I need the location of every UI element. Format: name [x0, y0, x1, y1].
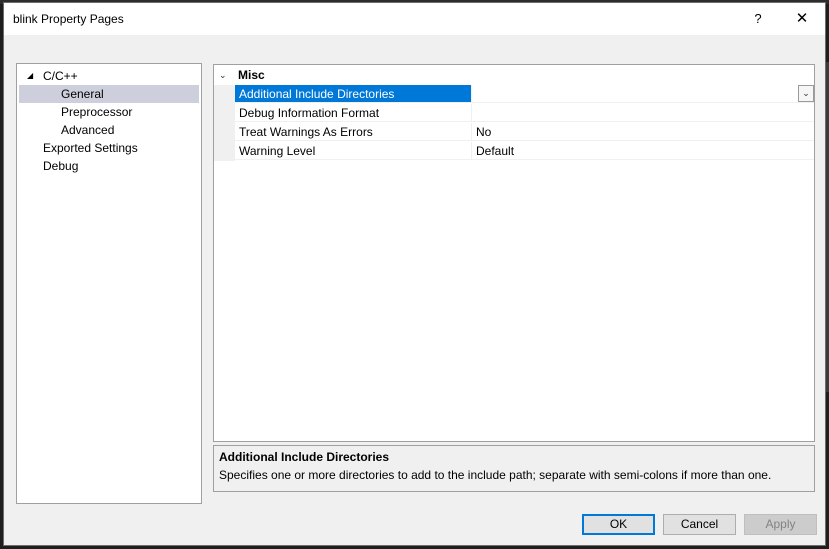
tree-item-label: Debug [43, 159, 79, 173]
tree-item-exported-settings[interactable]: Exported Settings [19, 139, 199, 157]
tree-item-label: General [61, 87, 104, 101]
property-name[interactable]: Warning Level [235, 142, 471, 160]
tree-item-label: Advanced [61, 123, 115, 137]
property-name[interactable]: Treat Warnings As Errors [235, 123, 471, 141]
tree-item-label: Preprocessor [61, 105, 133, 119]
tree-item-advanced[interactable]: Advanced [19, 121, 199, 139]
property-row-additional-include-directories[interactable]: Additional Include Directories ⌄ [214, 85, 814, 104]
row-margin [214, 85, 235, 104]
category-label: Misc [238, 68, 265, 82]
ok-button[interactable]: OK [582, 514, 655, 535]
configuration-tree[interactable]: ◢ C/C++ General Preprocessor Advanced Ex… [16, 63, 202, 504]
description-panel: Additional Include Directories Specifies… [213, 445, 815, 492]
dropdown-arrow-icon[interactable]: ⌄ [798, 85, 814, 102]
apply-button[interactable]: Apply [744, 514, 817, 535]
property-value[interactable]: Default [471, 142, 814, 160]
property-row-warning-level[interactable]: Warning Level Default [214, 142, 814, 161]
tree-item-cpp[interactable]: ◢ C/C++ [19, 67, 199, 85]
collapse-chevron-icon[interactable]: ⌄ [219, 66, 229, 84]
cancel-button[interactable]: Cancel [663, 514, 736, 535]
property-row-debug-information-format[interactable]: Debug Information Format [214, 104, 814, 123]
window-title: blink Property Pages [13, 12, 124, 26]
property-name[interactable]: Additional Include Directories [235, 85, 471, 103]
property-name[interactable]: Debug Information Format [235, 104, 471, 122]
description-title: Additional Include Directories [219, 450, 390, 464]
title-bar[interactable]: blink Property Pages ? ✕ [4, 3, 825, 35]
property-grid[interactable]: ⌄ Misc Additional Include Directories ⌄ … [213, 64, 815, 442]
property-value[interactable]: No [471, 123, 814, 141]
tree-item-preprocessor[interactable]: Preprocessor [19, 103, 199, 121]
property-value[interactable]: ⌄ [471, 85, 814, 103]
property-value[interactable] [471, 104, 814, 122]
tree-item-debug[interactable]: Debug [19, 157, 199, 175]
tree-item-general[interactable]: General [19, 85, 199, 103]
tree-item-label: C/C++ [43, 69, 78, 83]
description-text: Specifies one or more directories to add… [219, 468, 772, 482]
category-misc[interactable]: ⌄ Misc [214, 66, 814, 84]
expand-arrow-icon[interactable]: ◢ [27, 67, 33, 85]
row-margin [214, 123, 235, 142]
row-margin [214, 104, 235, 123]
help-button[interactable]: ? [735, 3, 781, 35]
property-pages-dialog: blink Property Pages ? ✕ ◢ C/C++ General… [3, 2, 826, 546]
close-button[interactable]: ✕ [779, 3, 825, 35]
row-margin [214, 142, 235, 161]
tree-item-label: Exported Settings [43, 141, 138, 155]
property-row-treat-warnings-as-errors[interactable]: Treat Warnings As Errors No [214, 123, 814, 142]
